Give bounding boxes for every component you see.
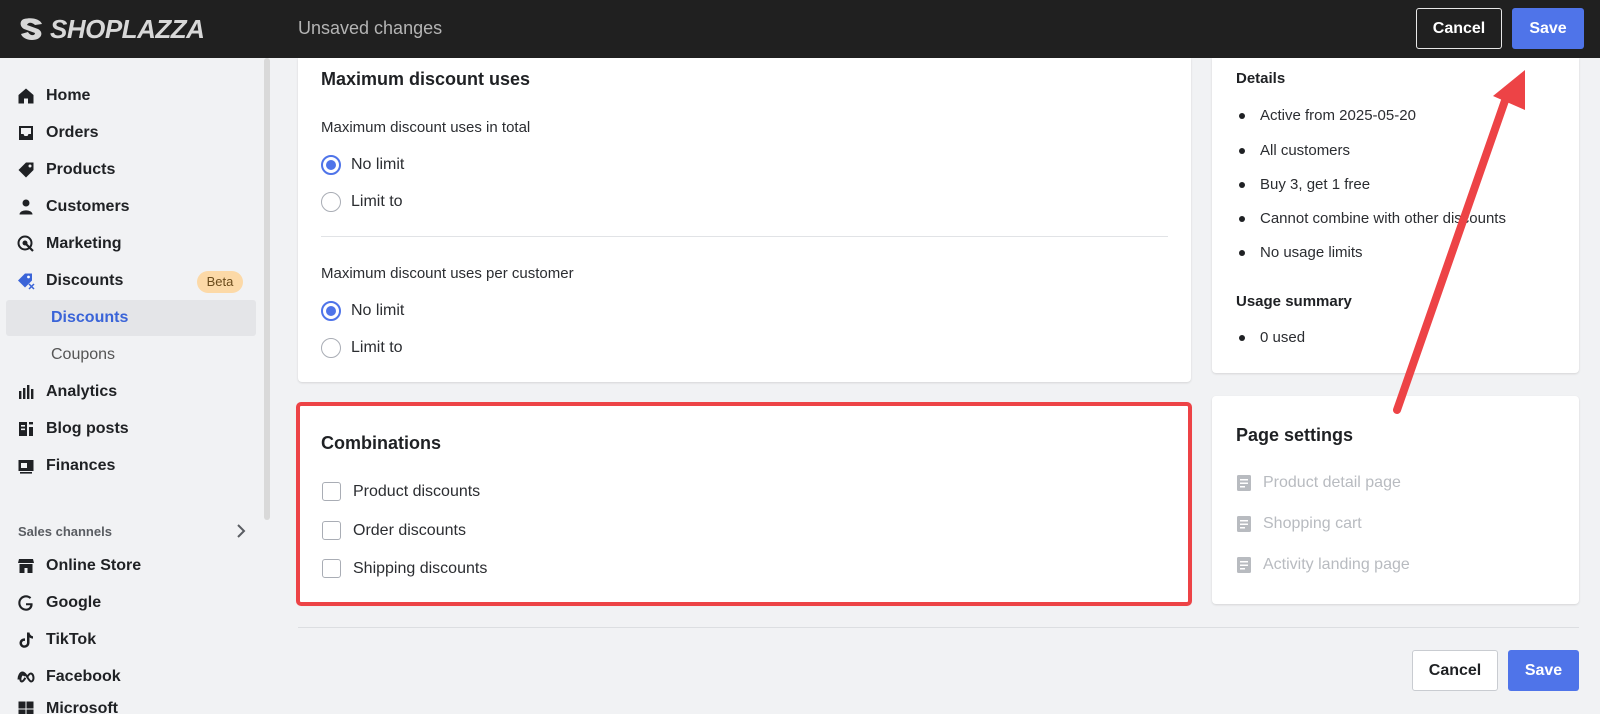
details-bullet: Cannot combine with other discounts: [1239, 210, 1506, 227]
brand-name: SHOPLAZZA: [50, 13, 205, 44]
microsoft-icon: [17, 700, 35, 714]
sidebar-channel-microsoft[interactable]: Microsoft: [0, 696, 256, 714]
store-icon: [17, 557, 35, 575]
sidebar-channel-tiktok[interactable]: TikTok: [0, 622, 256, 658]
sidebar-item-finances[interactable]: Finances: [0, 448, 256, 484]
sidebar-item-label: Facebook: [46, 668, 121, 685]
details-bullet: All customers: [1238, 142, 1351, 159]
discount-tag-icon: [17, 272, 35, 290]
sidebar-item-customers[interactable]: Customers: [0, 189, 256, 225]
details-title: Details: [1236, 70, 1286, 87]
sidebar-item-label: Products: [46, 161, 116, 178]
sidebar-item-label: Home: [46, 87, 91, 104]
sidebar-item-discounts[interactable]: Discounts Beta: [0, 263, 256, 299]
max-uses-title: Maximum discount uses: [321, 69, 531, 89]
sidebar-channel-google[interactable]: Google: [0, 585, 256, 621]
sidebar-scrollbar[interactable]: [264, 58, 270, 520]
bottom-divider: [298, 627, 1579, 628]
sidebar-item-label: Analytics: [46, 383, 118, 400]
sidebar-channel-facebook[interactable]: Facebook: [0, 659, 256, 695]
details-bullet: Buy 3, get 1 free: [1238, 176, 1371, 193]
highlight-box-annotation: [296, 402, 1192, 606]
top-bar: SHOPLAZZA Unsaved changes Cancel Save: [0, 0, 1600, 58]
blog-icon: [17, 420, 35, 438]
total-no-limit-label[interactable]: No limit: [351, 156, 404, 174]
per-customer-no-limit-label[interactable]: No limit: [351, 302, 404, 320]
sidebar-item-label: Marketing: [46, 235, 122, 252]
sidebar-item-label: Coupons: [51, 346, 116, 363]
tag-icon: [17, 161, 35, 179]
person-icon: [17, 198, 35, 216]
page-setting-shopping-cart[interactable]: Shopping cart: [1236, 514, 1362, 534]
sidebar-item-label: Discounts: [46, 272, 124, 289]
top-cancel-button[interactable]: Cancel: [1416, 8, 1502, 49]
per-customer-limit-to-label[interactable]: Limit to: [351, 339, 403, 357]
sidebar-item-products[interactable]: Products: [0, 152, 256, 188]
document-icon: [1237, 516, 1251, 532]
top-save-button[interactable]: Save: [1512, 8, 1584, 49]
page-setting-activity-landing[interactable]: Activity landing page: [1236, 555, 1410, 575]
target-icon: [17, 235, 35, 253]
home-icon: [17, 87, 35, 105]
sidebar-channel-online-store[interactable]: Online Store: [0, 548, 256, 584]
sidebar-item-label: Google: [46, 594, 102, 611]
sidebar-item-label: Blog posts: [46, 420, 129, 437]
sidebar-item-marketing[interactable]: Marketing: [0, 226, 256, 262]
document-icon: [1237, 475, 1251, 491]
finance-icon: [17, 457, 35, 475]
page-setting-label: Product detail page: [1263, 474, 1401, 491]
sidebar-item-orders[interactable]: Orders: [0, 115, 256, 151]
usage-bullet: 0 used: [1238, 329, 1306, 346]
page-settings-card: Page settings Product detail page Shoppi…: [1212, 396, 1579, 604]
sidebar-item-label: Discounts: [51, 309, 129, 326]
max-uses-total-label: Maximum discount uses in total: [321, 119, 531, 136]
total-limit-to-radio[interactable]: [321, 192, 341, 212]
usage-summary-title: Usage summary: [1236, 293, 1352, 310]
sidebar-subitem-discounts[interactable]: Discounts: [6, 300, 256, 336]
sidebar-item-label: Finances: [46, 457, 116, 474]
details-bullet: Active from 2025-05-20: [1239, 107, 1416, 124]
meta-icon: [17, 668, 35, 686]
sidebar-item-label: Orders: [46, 124, 99, 141]
sales-channels-label: Sales channels: [18, 523, 112, 539]
sidebar-item-label: Online Store: [46, 557, 142, 574]
section-divider: [321, 236, 1168, 237]
google-icon: [17, 594, 35, 612]
sidebar-subitem-coupons[interactable]: Coupons: [6, 337, 256, 373]
chevron-right-icon[interactable]: [234, 522, 248, 540]
bottom-cancel-button[interactable]: Cancel: [1412, 650, 1498, 691]
sidebar-item-label: Customers: [46, 198, 130, 215]
page-settings-title: Page settings: [1236, 425, 1354, 445]
beta-badge: Beta: [197, 271, 243, 293]
page-setting-product-detail[interactable]: Product detail page: [1236, 473, 1401, 493]
sidebar-item-label: TikTok: [46, 631, 97, 648]
total-limit-to-label[interactable]: Limit to: [351, 193, 403, 211]
sidebar-item-label: Microsoft: [46, 700, 118, 714]
details-bullet: No usage limits: [1239, 244, 1363, 261]
tiktok-icon: [17, 631, 35, 649]
per-customer-limit-to-radio[interactable]: [321, 338, 341, 358]
max-discount-uses-card: Maximum discount uses Maximum discount u…: [298, 58, 1191, 382]
sales-channels-header[interactable]: Sales channels: [18, 521, 248, 541]
unsaved-status: Unsaved changes: [298, 18, 443, 38]
per-customer-no-limit-radio[interactable]: [321, 301, 341, 321]
total-no-limit-radio[interactable]: [321, 155, 341, 175]
bar-chart-icon: [17, 383, 35, 401]
inbox-icon: [17, 124, 35, 142]
page-setting-label: Activity landing page: [1263, 556, 1410, 573]
sidebar-item-home[interactable]: Home: [0, 78, 256, 114]
shoplazza-logo-icon: [20, 18, 42, 40]
bottom-save-button[interactable]: Save: [1508, 650, 1579, 691]
document-icon: [1237, 557, 1251, 573]
sidebar-item-blog-posts[interactable]: Blog posts: [0, 411, 256, 447]
sidebar-item-analytics[interactable]: Analytics: [0, 374, 256, 410]
max-uses-per-customer-label: Maximum discount uses per customer: [321, 265, 574, 282]
page-setting-label: Shopping cart: [1263, 515, 1362, 532]
details-card: Details Active from 2025-05-20 All custo…: [1212, 58, 1579, 373]
brand-logo[interactable]: SHOPLAZZA: [18, 13, 205, 45]
